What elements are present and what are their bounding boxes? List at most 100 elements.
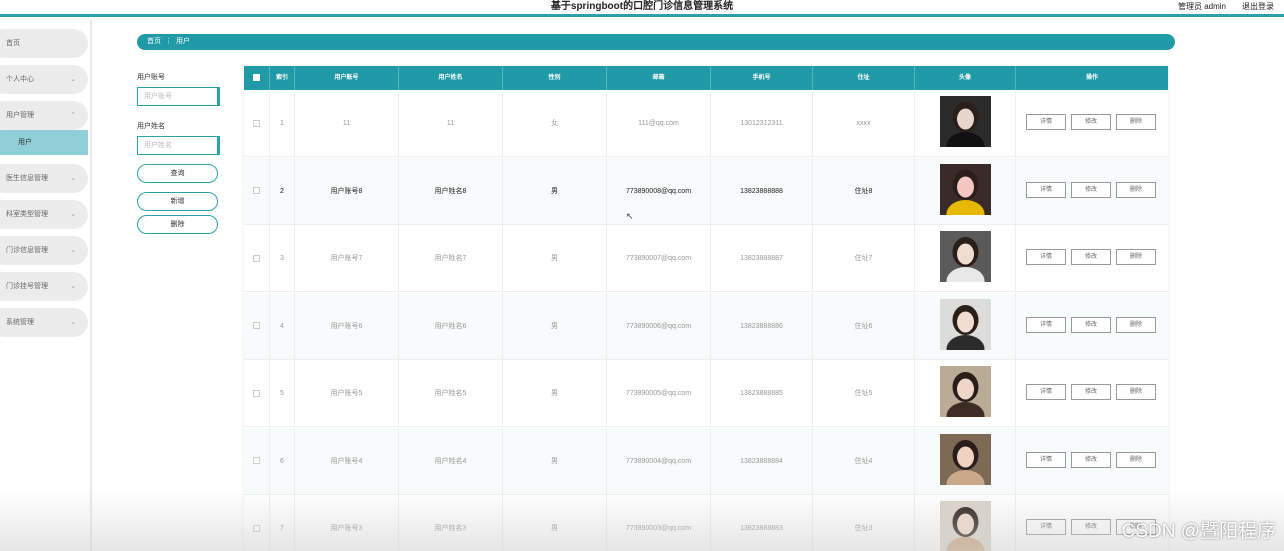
avatar-cell bbox=[915, 292, 1016, 360]
sidebar-item-clinic[interactable]: 门诊信息管理 ⌄ bbox=[0, 236, 88, 265]
delete-row-button[interactable]: 删除 bbox=[1116, 181, 1156, 198]
breadcrumb-home[interactable]: 首页 bbox=[147, 38, 161, 45]
cell-index: 4 bbox=[270, 292, 295, 360]
detail-button[interactable]: 详情 bbox=[1026, 249, 1066, 265]
account-input[interactable]: 用户账号 bbox=[137, 87, 220, 106]
row-checkbox-cell bbox=[244, 360, 270, 427]
table-row: 1 11 11 女 111@qq.com 13012312311 xxxx 详情 修改 删除 bbox=[244, 90, 1168, 157]
edit-button[interactable]: 修改 bbox=[1071, 316, 1111, 333]
header-checkbox[interactable] bbox=[244, 66, 270, 90]
table-header: 索引 用户账号 用户姓名 性别 邮箱 手机号 住址 头像 操作 bbox=[244, 66, 1168, 90]
header-address: 住址 bbox=[813, 66, 915, 90]
actions-cell: 详情 修改 删除 bbox=[1016, 293, 1168, 360]
cell-gender: 男 bbox=[503, 495, 607, 551]
sidebar-item-label: 个人中心 bbox=[6, 76, 34, 83]
row-checkbox[interactable] bbox=[253, 457, 260, 465]
sidebar-item-user-mgmt[interactable]: 用户管理 ⌃ bbox=[0, 101, 88, 130]
avatar bbox=[940, 501, 991, 551]
avatar-cell bbox=[915, 225, 1016, 292]
sidebar-item-label: 门诊挂号管理 bbox=[6, 283, 48, 290]
breadcrumb-separator: ⋮ bbox=[165, 38, 172, 45]
detail-button[interactable]: 详情 bbox=[1026, 114, 1066, 130]
chevron-down-icon: ⌄ bbox=[70, 319, 76, 326]
sidebar-item-system[interactable]: 系统管理 ⌄ bbox=[0, 308, 88, 337]
name-label: 用户姓名 bbox=[137, 123, 165, 130]
cell-email: 773890005@qq.com bbox=[607, 360, 711, 427]
detail-button[interactable]: 详情 bbox=[1026, 384, 1066, 400]
sidebar-item-personal[interactable]: 个人中心 ⌄ bbox=[0, 65, 88, 94]
row-checkbox-cell bbox=[244, 157, 270, 225]
cell-account: 用户账号7 bbox=[295, 225, 399, 292]
cell-index: 5 bbox=[270, 360, 295, 427]
sidebar-item-label: 医生信息管理 bbox=[6, 175, 48, 182]
cell-account: 用户账号6 bbox=[295, 292, 399, 360]
sidebar-subitem-user[interactable]: 用户 bbox=[0, 130, 88, 155]
delete-row-button[interactable]: 删除 bbox=[1116, 451, 1156, 468]
sidebar-item-label: 门诊信息管理 bbox=[6, 247, 48, 254]
edit-button[interactable]: 修改 bbox=[1071, 519, 1111, 535]
avatar-cell bbox=[915, 427, 1016, 495]
cell-gender: 男 bbox=[503, 292, 607, 360]
avatar bbox=[940, 366, 991, 417]
delete-row-button[interactable]: 删除 bbox=[1116, 249, 1156, 265]
cell-name: 用户姓名4 bbox=[399, 427, 503, 495]
edit-button[interactable]: 修改 bbox=[1071, 384, 1111, 400]
row-checkbox[interactable] bbox=[253, 187, 260, 195]
cell-name: 用户姓名8 bbox=[399, 157, 503, 225]
query-button[interactable]: 查询 bbox=[137, 164, 218, 183]
table-row: 7 用户账号3 用户姓名3 男 773890003@qq.com 13823888883 住… bbox=[244, 495, 1168, 551]
cell-name: 用户姓名3 bbox=[399, 495, 503, 551]
sidebar-item-label: 首页 bbox=[6, 40, 20, 47]
chevron-down-icon: ⌄ bbox=[70, 283, 76, 290]
add-button[interactable]: 新增 bbox=[137, 192, 218, 211]
avatar bbox=[940, 231, 991, 282]
actions-cell: 详情 修改 删除 bbox=[1016, 225, 1168, 292]
edit-button[interactable]: 修改 bbox=[1071, 451, 1111, 468]
cell-index: 2 bbox=[270, 157, 295, 225]
row-checkbox-cell bbox=[244, 225, 270, 292]
avatar bbox=[940, 163, 991, 215]
cell-address: 住址8 bbox=[813, 157, 915, 225]
row-checkbox[interactable] bbox=[253, 119, 260, 127]
user-label: 管理员 admin bbox=[1177, 2, 1226, 11]
detail-button[interactable]: 详情 bbox=[1026, 316, 1066, 333]
cell-account: 用户账号8 bbox=[295, 157, 399, 225]
cell-address: 住址5 bbox=[813, 360, 915, 427]
delete-row-button[interactable]: 删除 bbox=[1116, 384, 1156, 400]
delete-row-button[interactable]: 删除 bbox=[1116, 114, 1156, 130]
edit-button[interactable]: 修改 bbox=[1071, 181, 1111, 198]
cell-phone: 13823888883 bbox=[711, 495, 813, 551]
table-row: 4 用户账号6 用户姓名6 男 773890006@qq.com 13823888886 住… bbox=[244, 292, 1168, 360]
cell-address: 住址4 bbox=[813, 427, 915, 495]
name-input[interactable]: 用户姓名 bbox=[137, 136, 220, 155]
row-checkbox[interactable] bbox=[253, 322, 260, 330]
actions-cell: 详情 修改 删除 bbox=[1016, 360, 1168, 427]
sidebar-item-label: 用户管理 bbox=[6, 112, 34, 119]
detail-button[interactable]: 详情 bbox=[1026, 451, 1066, 468]
cell-phone: 13823888886 bbox=[711, 292, 813, 360]
avatar bbox=[940, 96, 991, 147]
row-checkbox[interactable] bbox=[253, 389, 260, 397]
cell-account: 11 bbox=[295, 90, 399, 157]
chevron-down-icon: ⌄ bbox=[70, 76, 76, 83]
sidebar-item-department[interactable]: 科室类型管理 ⌄ bbox=[0, 200, 88, 229]
row-checkbox[interactable] bbox=[253, 254, 260, 262]
sidebar-item-home[interactable]: 首页 bbox=[0, 29, 88, 58]
actions-cell: 详情 修改 删除 bbox=[1016, 158, 1168, 225]
delete-button[interactable]: 删除 bbox=[137, 215, 218, 234]
cell-email: 773890007@qq.com bbox=[607, 225, 711, 292]
delete-row-button[interactable]: 删除 bbox=[1116, 316, 1156, 333]
edit-button[interactable]: 修改 bbox=[1071, 114, 1111, 130]
logout-link[interactable]: 退出登录 bbox=[1242, 1, 1274, 12]
row-checkbox[interactable] bbox=[253, 524, 260, 532]
sidebar-item-label: 科室类型管理 bbox=[6, 211, 48, 218]
app-title: 基于springboot的口腔门诊信息管理系统 bbox=[550, 1, 734, 12]
sidebar-item-registration[interactable]: 门诊挂号管理 ⌄ bbox=[0, 272, 88, 301]
avatar-cell bbox=[915, 157, 1016, 225]
cell-gender: 男 bbox=[503, 360, 607, 427]
sidebar-item-doctor[interactable]: 医生信息管理 ⌄ bbox=[0, 164, 88, 193]
edit-button[interactable]: 修改 bbox=[1071, 249, 1111, 265]
detail-button[interactable]: 详情 bbox=[1026, 519, 1066, 535]
detail-button[interactable]: 详情 bbox=[1026, 181, 1066, 198]
avatar-cell bbox=[915, 495, 1016, 551]
